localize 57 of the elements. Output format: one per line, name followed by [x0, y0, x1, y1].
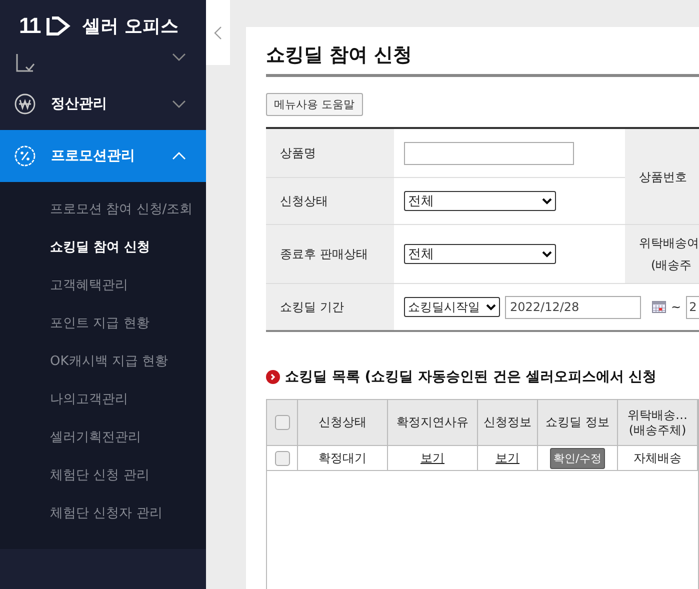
checklist-icon [14, 52, 36, 74]
chevron-down-icon [172, 99, 186, 109]
dropdown[interactable]: 쇼킹딜시작일 [404, 297, 500, 317]
section-heading: 쇼킹딜 목록 (쇼킹딜 자동승인된 건은 셀러오피스에서 신청 [285, 368, 657, 386]
submenu-item[interactable]: OK캐시백 지급 현황 [0, 342, 206, 380]
sidebar-item-label: 프로모션관리 [51, 147, 136, 165]
submenu-item[interactable]: 고객혜택관리 [0, 266, 206, 304]
input-field[interactable] [404, 142, 574, 164]
view-link[interactable]: 보기 [496, 450, 520, 466]
date-field[interactable]: 2022/12/28 [505, 296, 641, 318]
field-label: 종료후 판매상태 [266, 225, 394, 284]
chevron-down-icon [172, 52, 186, 62]
column-header: 신청정보 [478, 400, 538, 445]
field-label: 쇼킹딜 기간 [266, 284, 394, 330]
logo-mark: 11 [19, 13, 40, 39]
logo-shape-icon [46, 16, 72, 36]
submenu-item[interactable]: 셀러기획전관리 [0, 418, 206, 456]
submenu-item[interactable]: 포인트 지급 현황 [0, 304, 206, 342]
column-header: 신청상태 [298, 400, 388, 445]
range-separator: ~ [671, 300, 682, 314]
sidebar-item-label: 정산관리 [51, 95, 108, 113]
submenu-item[interactable]: 프로모션 참여 신청/조회 [0, 190, 206, 228]
table-cell: 확정대기 [318, 450, 366, 466]
submenu-item[interactable]: 체험단 신청자 관리 [0, 494, 206, 532]
logo-title: 셀러 오피스 [82, 15, 179, 38]
sidebar-item[interactable]: 프로모션관리 [0, 130, 206, 182]
chevron-up-icon [172, 151, 186, 161]
edit-button[interactable]: 확인/수정 [550, 448, 606, 468]
submenu-item[interactable]: 쇼킹딜 참여 신청 [0, 228, 206, 266]
field-label: (배송주 [650, 257, 692, 274]
column-header: 확정지연사유 [388, 400, 478, 445]
table-cell: 자체배송 [634, 450, 682, 466]
page-title: 쇼킹딜 참여 신청 [266, 42, 699, 77]
calendar-icon [652, 301, 666, 313]
column-header: 위탁배송… (배송주체) [618, 400, 698, 445]
field-label: 위탁배송여 [639, 235, 699, 252]
checkbox[interactable] [274, 415, 290, 430]
dropdown[interactable]: 전체 [404, 191, 556, 211]
chevron-down-icon [486, 304, 496, 310]
field-label: 상품명 [266, 129, 394, 178]
column-header: 쇼킹딜 정보 [538, 400, 618, 445]
view-link[interactable]: 보기 [420, 450, 444, 466]
field-label: 신청상태 [266, 178, 394, 225]
checkbox[interactable] [274, 450, 290, 466]
submenu-item[interactable]: 나의고객관리 [0, 380, 206, 418]
submenu-item[interactable]: 체험단 신청 관리 [0, 456, 206, 494]
chevron-down-icon [542, 198, 552, 204]
sidebar-item[interactable]: 정산관리 [0, 78, 206, 130]
arrow-bullet-icon [266, 370, 280, 384]
percent-badge-icon [14, 145, 36, 167]
chevron-down-icon [542, 250, 552, 258]
chevron-left-icon [214, 26, 222, 40]
date-field[interactable]: 2 [686, 296, 699, 318]
dropdown[interactable]: 전체 [404, 244, 556, 264]
won-coin-icon [14, 93, 36, 115]
help-button[interactable]: 메뉴사용 도움말 [266, 93, 362, 116]
field-label: 상품번호 [625, 129, 699, 225]
